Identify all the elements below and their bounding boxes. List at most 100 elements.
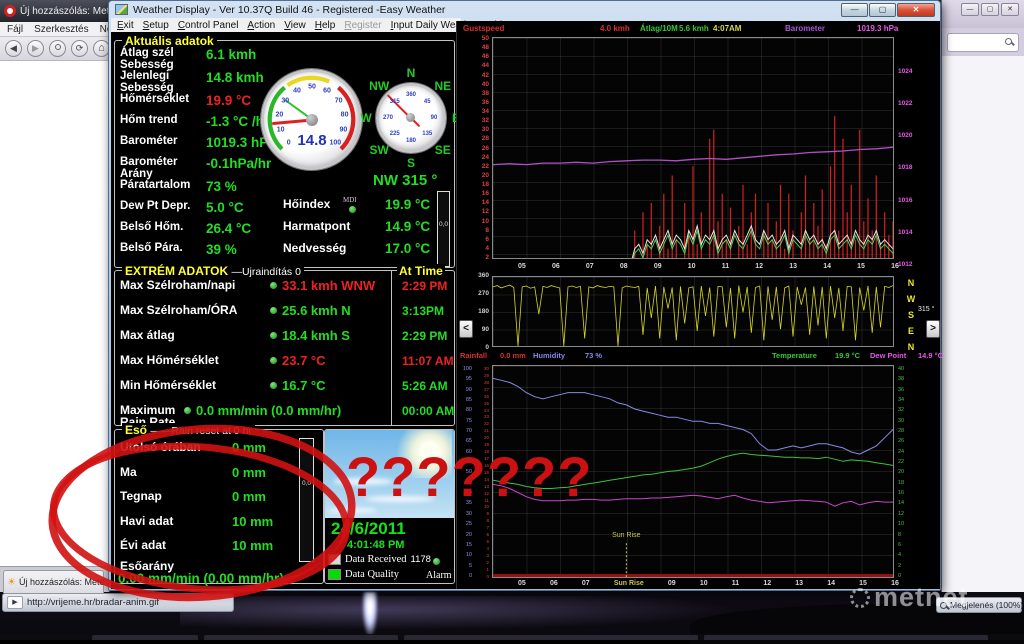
axis-tick: 06	[552, 263, 560, 272]
extreme-rows: Max Szélroham/napi 33.1 kmh WNW 2:29 PM …	[120, 279, 450, 428]
axis-tick: 19	[477, 442, 489, 447]
rain-gauge-bar	[299, 438, 314, 562]
axis-tick: 10	[463, 218, 489, 225]
axis-tick: 95	[459, 376, 472, 382]
axis-tick: 13	[795, 580, 803, 589]
wd-menu-item[interactable]: Exit	[117, 20, 134, 31]
gauge-tick: S	[407, 156, 415, 170]
browser-tabstrip: ☀ Új hozzászólás: Meteor...	[0, 566, 109, 592]
axis-tick: 20	[898, 469, 914, 475]
browser-title: Új hozzászólás: Meteorológ	[20, 6, 109, 17]
axis-tick: 14	[463, 199, 489, 206]
gauge-tick: 0	[287, 140, 291, 147]
data-received-count: 1178	[411, 554, 431, 565]
browser-window-left: Új hozzászólás: Meteorológ Fájl Szerkeszt…	[0, 0, 110, 592]
chart-series-svg	[493, 277, 893, 346]
browser-menu-item[interactable]: Fájl	[7, 24, 23, 35]
axis-tick: 2	[463, 254, 489, 261]
go-icon[interactable]: ▶	[7, 596, 23, 609]
gauge-tick: 20	[276, 111, 284, 118]
axis-tick: 70	[459, 428, 472, 434]
back-button[interactable]: ◀	[5, 40, 22, 57]
forward-button[interactable]: ▶	[27, 40, 44, 57]
wd-menu-item[interactable]: Help	[315, 20, 336, 31]
browser-statusbar[interactable]: ▶ http://vrijeme.hr/bradar-anim.gif	[2, 593, 234, 612]
maximize-button[interactable]: ▢	[981, 3, 999, 16]
gauge-tick: 45	[424, 99, 431, 105]
minimize-button[interactable]: —	[841, 3, 868, 17]
bottom-chart-plot: Sun Rise	[492, 365, 894, 578]
rain-data-row: Havi adat 10 mm	[120, 514, 298, 539]
axis-tick: 25	[477, 401, 489, 406]
close-button[interactable]: ✕	[1001, 3, 1019, 16]
axis-tick: 12	[763, 580, 771, 589]
wd-menu-item[interactable]: Control Panel	[178, 20, 239, 31]
gauge-bar-value: 0,0	[439, 221, 448, 228]
axis-tick: 18	[463, 181, 489, 188]
axis-tick: 50	[463, 35, 489, 42]
axis-tick: 16	[891, 263, 899, 272]
gauge-tick: 80	[341, 111, 349, 118]
wd-titlebar[interactable]: Weather Display - Ver 10.37Q Build 46 - …	[109, 1, 940, 18]
data-received-row: Data Received 1178	[328, 554, 431, 565]
humidity-axis: 1009590858075706560555045403530252015105…	[459, 366, 472, 579]
status-url[interactable]: http://vrijeme.hr/bradar-anim.gif	[27, 597, 159, 608]
chart-series-svg: Sun Rise	[493, 366, 893, 577]
lightning-glow	[180, 596, 740, 630]
axis-tick: 24	[463, 154, 489, 161]
gauge-tick: NW	[369, 79, 389, 93]
maximize-button[interactable]: ▢	[869, 3, 896, 17]
gauge-tick: 135	[422, 131, 432, 137]
taskbar-edge[interactable]	[0, 634, 1024, 640]
minimize-button[interactable]: —	[961, 3, 979, 16]
key-button[interactable]	[49, 40, 66, 57]
axis-tick: 12	[755, 263, 763, 272]
status-led	[270, 332, 277, 339]
axis-tick: 20	[459, 532, 472, 538]
home-button[interactable]: ⌂	[93, 40, 109, 57]
axis-tick: 07	[582, 580, 590, 589]
wd-menu-item[interactable]: Register	[344, 20, 381, 31]
axis-tick: 17	[477, 456, 489, 461]
weather-display-window: Weather Display - Ver 10.37Q Build 46 - …	[108, 0, 941, 591]
axis-tick: 24	[898, 449, 914, 455]
chart-legend-item: Dew Point	[870, 351, 906, 360]
current-side-row: Harmatpont 14.9 °C	[283, 219, 453, 241]
wd-menu-item[interactable]: View	[284, 20, 306, 31]
search-input[interactable]	[947, 33, 1019, 52]
reload-button[interactable]: ⟳	[71, 40, 88, 57]
panel-title: Eső ——Rain reset at 0 hr	[122, 423, 255, 437]
axis-tick: 100	[459, 366, 472, 372]
browser-titlebar[interactable]: Új hozzászólás: Meteorológ	[0, 0, 109, 22]
wd-menu-item[interactable]: Action	[247, 20, 275, 31]
chart-scroll-left-button[interactable]: <	[459, 320, 473, 338]
top-chart-left-axis: 5048464442403836343230282624222018161412…	[463, 35, 489, 261]
wd-menu-item[interactable]: Setup	[143, 20, 169, 31]
browser-right-titlebar[interactable]: — ▢ ✕	[942, 0, 1024, 28]
axis-tick: 16	[898, 490, 914, 496]
top-chart-plot	[492, 37, 894, 259]
data-quality-row: Data Quality	[328, 569, 399, 580]
taskbar-item[interactable]	[204, 635, 398, 640]
axis-tick: 44	[463, 62, 489, 69]
close-button[interactable]: ✕	[897, 3, 935, 17]
axis-tick: 25	[459, 521, 472, 527]
chart-scroll-right-button[interactable]: >	[926, 320, 940, 338]
cloud	[327, 508, 377, 513]
taskbar-item[interactable]	[92, 635, 198, 640]
axis-tick: 1012	[898, 261, 928, 268]
gauge-tick: 315	[390, 99, 400, 105]
rain-data-row: Tegnap 0 mm	[120, 489, 298, 514]
extreme-data-row: Min Hőmérséklet 16.7 °C 5:26 AM	[120, 379, 450, 404]
current-data-row: Átlag szél Sebesség 6.1 kmh	[120, 48, 320, 71]
status-led	[270, 307, 277, 314]
taskbar-item[interactable]	[704, 635, 988, 640]
gauge-tick: SE	[435, 143, 451, 157]
browser-tab[interactable]: ☀ Új hozzászólás: Meteor...	[3, 570, 104, 593]
axis-tick: 20	[477, 435, 489, 440]
browser-menu-item[interactable]: Szerkesztés	[34, 24, 88, 35]
chart-series-svg	[493, 38, 893, 258]
axis-tick: 10	[459, 552, 472, 558]
taskbar-item[interactable]	[404, 635, 698, 640]
axis-tick: N	[906, 278, 916, 288]
